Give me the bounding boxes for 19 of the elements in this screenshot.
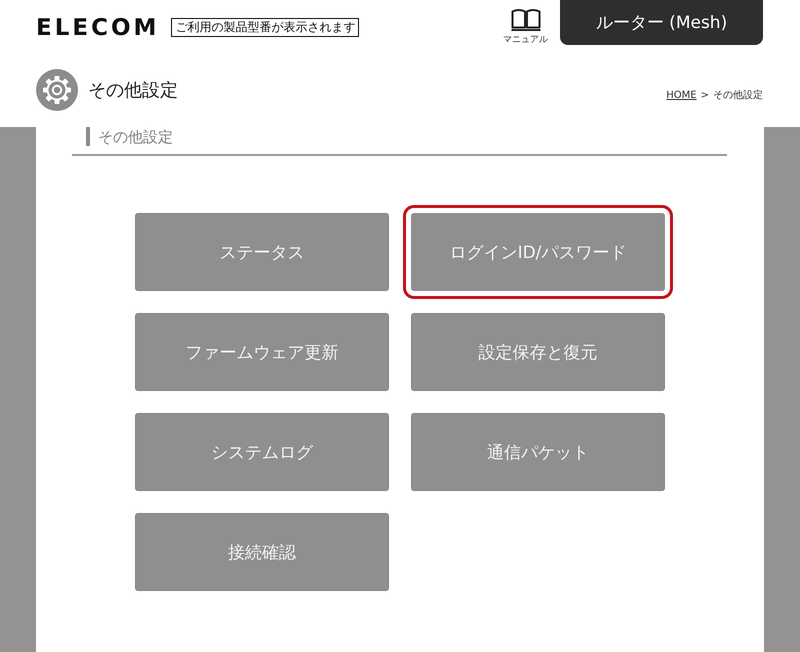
device-tab[interactable]: ルーター (Mesh)	[560, 0, 763, 45]
section-marker	[86, 127, 90, 146]
breadcrumb-current: その他設定	[713, 88, 763, 102]
menu-button[interactable]: 設定保存と復元	[411, 313, 665, 391]
menu-button[interactable]: ログインID/パスワード	[403, 205, 673, 299]
model-number-label: ご利用の製品型番が表示されます	[171, 18, 360, 37]
menu-button[interactable]: 通信パケット	[411, 413, 665, 491]
menu-button[interactable]: ステータス	[135, 213, 389, 291]
section-title: その他設定	[98, 127, 173, 147]
breadcrumb-home-link[interactable]: HOME	[666, 90, 697, 100]
menu-button[interactable]: ファームウェア更新	[135, 313, 389, 391]
breadcrumb-separator: >	[700, 90, 709, 100]
book-icon	[510, 8, 540, 31]
settings-icon	[36, 69, 78, 111]
manual-link[interactable]: マニュアル	[503, 0, 548, 46]
page-title: その他設定	[88, 79, 178, 102]
menu-button[interactable]: 接続確認	[135, 513, 389, 591]
brand-logo: ELECOM	[36, 16, 160, 38]
menu-button[interactable]: システムログ	[135, 413, 389, 491]
